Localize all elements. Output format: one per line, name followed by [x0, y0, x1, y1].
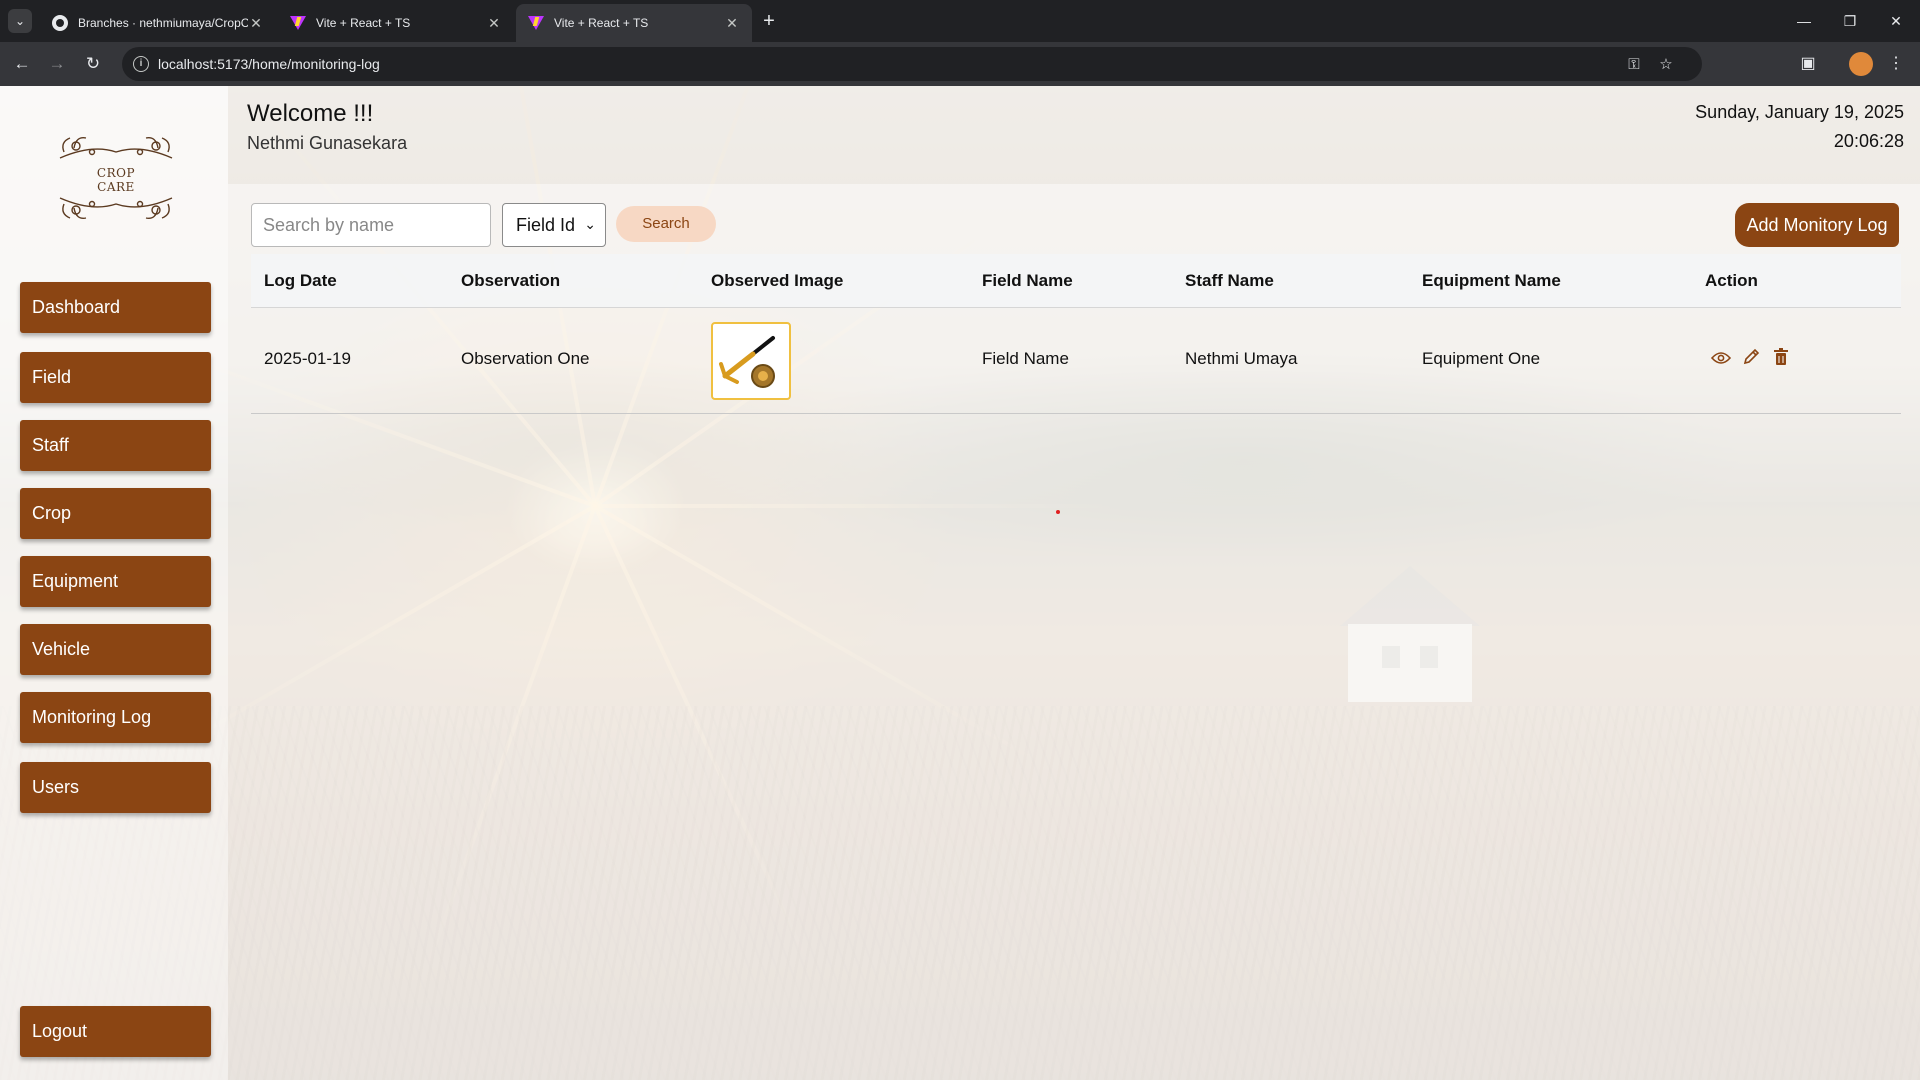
- minimize-icon[interactable]: —: [1786, 8, 1822, 34]
- filter-select-value: Field Id: [516, 214, 576, 235]
- browser-tab-vite-active[interactable]: Vite + React + TS ✕: [516, 4, 752, 42]
- vite-icon: [290, 16, 306, 30]
- observed-image: [711, 322, 791, 400]
- reload-icon[interactable]: ↻: [79, 50, 107, 78]
- forward-icon[interactable]: →: [43, 50, 71, 78]
- edit-pencil-icon[interactable]: [1740, 348, 1762, 370]
- table-header: Log Date Observation Observed Image Fiel…: [251, 254, 1901, 308]
- site-info-icon[interactable]: i: [133, 56, 149, 72]
- cursor-dot: [1056, 510, 1060, 514]
- tab-search-icon[interactable]: ⌄: [8, 9, 32, 33]
- extensions-icon[interactable]: ▣: [1796, 52, 1820, 76]
- sidebar: CROP CARE Dashboard Field Staff Crop Equ…: [0, 86, 228, 1080]
- browser-menu-icon[interactable]: ⋮: [1884, 52, 1908, 76]
- github-icon: [52, 15, 68, 31]
- cell-log-date: 2025-01-19: [264, 349, 351, 368]
- cell-observation: Observation One: [461, 349, 590, 368]
- address-bar[interactable]: i localhost:5173/home/monitoring-log ⚿ ☆: [122, 47, 1702, 81]
- column-header: Staff Name: [1185, 271, 1274, 290]
- nav-equipment[interactable]: Equipment: [20, 556, 211, 607]
- nav-field[interactable]: Field: [20, 352, 211, 403]
- nav-crop[interactable]: Crop: [20, 488, 211, 539]
- nav-monitoring-log[interactable]: Monitoring Log: [20, 692, 211, 743]
- vite-icon: [528, 16, 544, 30]
- table-row: 2025-01-19 Observation One Field Name Ne…: [251, 308, 1901, 414]
- current-date: Sunday, January 19, 2025: [1695, 102, 1904, 122]
- tab-close-icon[interactable]: ✕: [724, 15, 740, 32]
- page-viewport: CROP CARE Dashboard Field Staff Crop Equ…: [0, 86, 1920, 1080]
- search-input[interactable]: [251, 203, 491, 247]
- profile-avatar[interactable]: [1849, 52, 1873, 76]
- restore-icon[interactable]: ❐: [1832, 8, 1868, 34]
- delete-trash-icon[interactable]: [1770, 348, 1792, 370]
- browser-tab-strip: ⌄ Branches · nethmiumaya/CropC ✕ Vite + …: [0, 0, 1920, 42]
- browser-toolbar: ← → ↻ i localhost:5173/home/monitoring-l…: [0, 42, 1920, 86]
- add-monitoring-log-button[interactable]: Add Monitory Log: [1735, 203, 1899, 247]
- nav-vehicle[interactable]: Vehicle: [20, 624, 211, 675]
- column-header: Action: [1705, 271, 1758, 290]
- bookmark-star-icon[interactable]: ☆: [1656, 55, 1676, 75]
- search-button[interactable]: Search: [616, 206, 716, 242]
- browser-tab-github[interactable]: Branches · nethmiumaya/CropC ✕: [40, 4, 276, 42]
- browser-tab-vite-1[interactable]: Vite + React + TS ✕: [278, 4, 514, 42]
- new-tab-icon[interactable]: +: [756, 8, 782, 34]
- back-icon[interactable]: ←: [8, 50, 36, 78]
- crop-care-logo: CROP CARE: [52, 122, 180, 234]
- column-header: Observed Image: [711, 271, 844, 290]
- logout-button[interactable]: Logout: [20, 1006, 211, 1057]
- address-url[interactable]: localhost:5173/home/monitoring-log: [158, 56, 380, 72]
- password-key-icon[interactable]: ⚿: [1624, 55, 1644, 75]
- current-time: 20:06:28: [1833, 131, 1904, 151]
- nav-users[interactable]: Users: [20, 762, 211, 813]
- chevron-down-icon: ⌄: [584, 216, 596, 232]
- column-header: Field Name: [982, 271, 1073, 290]
- tab-title: Branches · nethmiumaya/CropC: [78, 16, 248, 30]
- main-content: Field Id ⌄ Search Add Monitory Log Log D…: [228, 184, 1920, 1080]
- tab-title: Vite + React + TS: [554, 16, 649, 30]
- column-header: Observation: [461, 271, 561, 290]
- nav-dashboard[interactable]: Dashboard: [20, 282, 211, 333]
- cell-staff-name: Nethmi Umaya: [1185, 349, 1298, 368]
- tab-close-icon[interactable]: ✕: [486, 15, 502, 32]
- logo-text: CROP CARE: [96, 166, 136, 194]
- tab-close-icon[interactable]: ✕: [248, 15, 264, 32]
- window-close-icon[interactable]: ✕: [1878, 8, 1914, 34]
- nav-staff[interactable]: Staff: [20, 420, 211, 471]
- welcome-heading: Welcome !!!: [247, 100, 374, 127]
- user-name: Nethmi Gunasekara: [247, 133, 408, 153]
- view-eye-icon[interactable]: [1710, 348, 1732, 370]
- tab-title: Vite + React + TS: [316, 16, 411, 30]
- column-header: Log Date: [264, 271, 337, 290]
- cell-field-name: Field Name: [982, 349, 1069, 368]
- cell-equipment-name: Equipment One: [1422, 349, 1541, 368]
- filter-select[interactable]: Field Id ⌄: [502, 203, 606, 247]
- column-header: Equipment Name: [1422, 271, 1561, 290]
